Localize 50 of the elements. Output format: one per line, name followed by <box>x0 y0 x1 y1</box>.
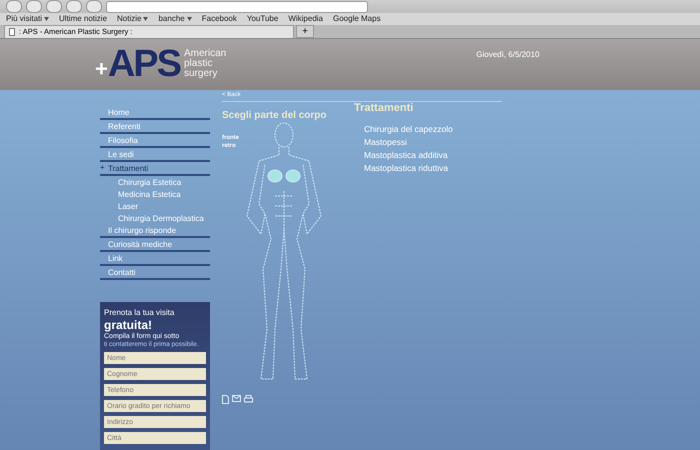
bookmark-link[interactable]: Più visitati <box>6 14 42 24</box>
stop-button[interactable] <box>66 0 82 13</box>
print-icon[interactable] <box>244 395 253 403</box>
menu-item[interactable]: Il chirurgo risponde <box>100 224 210 238</box>
home-button[interactable] <box>86 0 102 13</box>
treatments-title: Trattamenti <box>354 102 414 114</box>
menu-item[interactable]: Curiosità mediche <box>100 238 210 252</box>
logo-tagline: surgery <box>184 69 218 80</box>
panel-title: Scegli parte del corpo <box>222 110 328 121</box>
menu-item[interactable]: Filosofia <box>100 134 210 148</box>
back-button[interactable] <box>6 0 22 13</box>
bookmark-link[interactable]: Google Maps <box>333 14 381 24</box>
logo-plus: + <box>95 56 108 82</box>
treatment-link[interactable]: Mastopessi <box>354 137 453 147</box>
bookmark-link[interactable]: Wikipedia <box>288 14 323 24</box>
treatment-link[interactable]: Chirurgia del capezzolo <box>354 124 453 134</box>
menu-item[interactable]: Contatti <box>100 266 210 280</box>
date-text: Giovedì, 6/5/2010 <box>476 50 540 59</box>
forward-button[interactable] <box>26 0 42 13</box>
booking-headline: gratuita! <box>104 318 153 332</box>
logo-tagline: plastic <box>184 59 214 70</box>
booking-text: Prenota la tua visita <box>104 308 176 317</box>
treatment-link[interactable]: Mastoplastica additiva <box>354 150 453 160</box>
logo-tagline: American <box>184 49 226 60</box>
caret-icon <box>186 16 192 21</box>
bookmark-link[interactable]: Facebook <box>202 14 237 24</box>
menu-item[interactable]: Le sedi <box>100 148 210 162</box>
mail-icon[interactable] <box>232 395 241 402</box>
bookmark-link[interactable]: banche <box>158 14 185 24</box>
menu-item[interactable]: Referenti <box>100 120 210 134</box>
menu-item[interactable]: + Trattamenti <box>100 162 210 176</box>
treatment-link[interactable]: Mastoplastica riduttiva <box>354 163 453 173</box>
submenu-item[interactable]: Medicina Estetica <box>100 188 210 200</box>
document-icon[interactable] <box>222 395 229 404</box>
caret-icon <box>143 16 148 21</box>
new-tab-button[interactable]: + <box>296 24 314 38</box>
bookmark-link[interactable]: Ultime notizie <box>59 14 108 24</box>
bookmark-link[interactable]: Notizie <box>117 14 142 24</box>
menu-item[interactable]: Home <box>100 106 210 120</box>
reload-button[interactable] <box>46 0 62 13</box>
bookmark-link[interactable]: YouTube <box>246 14 278 24</box>
submenu-item[interactable]: Chirurgia Dermoplastica <box>100 212 210 224</box>
page-icon <box>9 28 15 36</box>
submenu-item[interactable]: Laser <box>100 200 210 212</box>
marker-text: + <box>100 163 105 172</box>
caret-icon <box>44 16 50 21</box>
submenu-item[interactable]: Chirurgia Estetica <box>100 176 210 188</box>
menu-item[interactable]: Link <box>100 252 210 266</box>
address-bar[interactable] <box>106 0 368 12</box>
logo: APS <box>108 42 180 86</box>
